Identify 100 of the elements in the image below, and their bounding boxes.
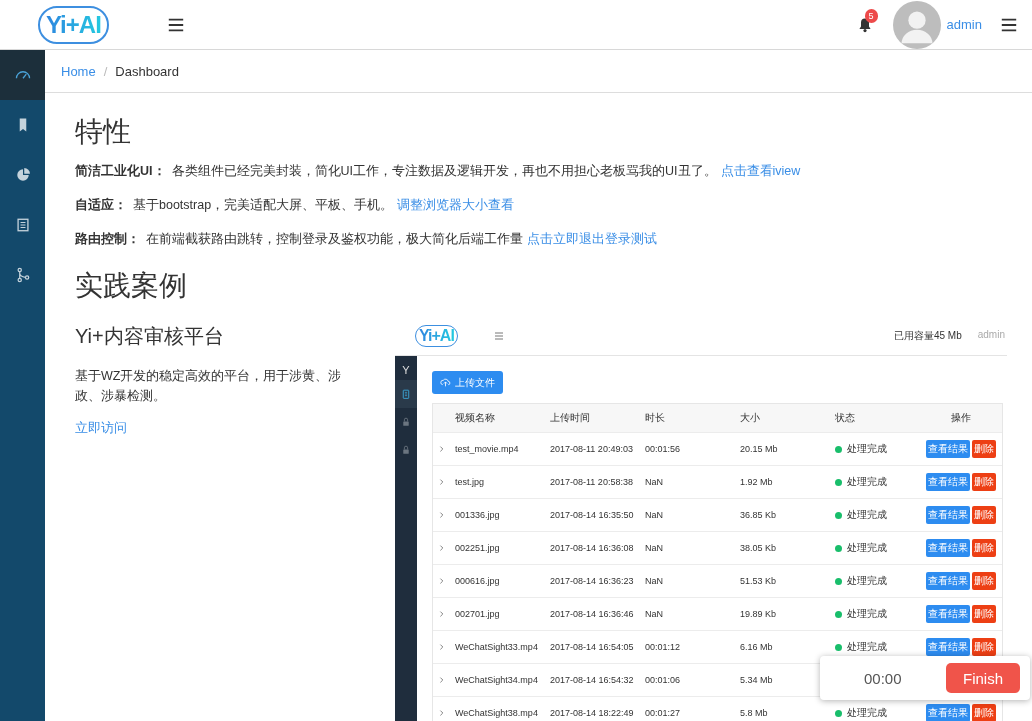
view-result-button[interactable]: 查看结果 bbox=[926, 539, 970, 557]
timer-time: 00:00 bbox=[864, 669, 902, 687]
table-cell-text: 5.34 Mb bbox=[740, 675, 774, 685]
avatar bbox=[892, 0, 941, 49]
feature-label: 路由控制： bbox=[75, 232, 140, 246]
table-cell-text: WeChatSight33.mp4 bbox=[455, 642, 539, 652]
column-header: 大小 bbox=[740, 411, 761, 425]
delete-button[interactable]: 删除 bbox=[972, 638, 996, 656]
feature-text: 基于bootstrap，完美适配大屏、平板、手机。 bbox=[133, 198, 394, 212]
user-name[interactable]: admin bbox=[946, 17, 982, 32]
chevron-icon bbox=[438, 478, 446, 486]
table-cell-text: 5.8 Mb bbox=[740, 708, 769, 718]
status-text: 处理完成 bbox=[847, 442, 887, 456]
feature-link[interactable]: 调整浏览器大小查看 bbox=[397, 198, 515, 212]
table-cell-text: 001336.jpg bbox=[455, 510, 501, 520]
table-cell-text: 51.53 Kb bbox=[740, 576, 778, 586]
status-text: 处理完成 bbox=[847, 574, 887, 588]
table-cell-text: 00:01:12 bbox=[645, 642, 682, 652]
chevron-icon bbox=[438, 445, 446, 453]
lock-icon[interactable] bbox=[400, 444, 412, 456]
view-result-button[interactable]: 查看结果 bbox=[926, 440, 970, 458]
view-result-button[interactable]: 查看结果 bbox=[926, 638, 970, 656]
status-dot bbox=[835, 577, 842, 585]
table-cell-text: WeChatSight34.mp4 bbox=[455, 675, 539, 685]
chevron-icon bbox=[438, 544, 446, 552]
chevron-icon bbox=[438, 577, 446, 585]
feature-link[interactable]: 点击查看iview bbox=[720, 164, 801, 178]
breadcrumb-item: Dashboard bbox=[115, 63, 179, 79]
table-cell-text: 2017-08-14 16:36:46 bbox=[550, 609, 635, 619]
table-cell-text: 20.15 Mb bbox=[740, 444, 779, 454]
table-cell-text: 2017-08-14 16:36:23 bbox=[550, 576, 635, 586]
chevron-icon bbox=[438, 610, 446, 618]
view-result-button[interactable]: 查看结果 bbox=[926, 506, 970, 524]
sidebar-logo: Y bbox=[401, 363, 411, 378]
delete-button[interactable]: 删除 bbox=[972, 506, 996, 524]
breadcrumb-item[interactable]: Home bbox=[61, 63, 96, 79]
status-text: 处理完成 bbox=[847, 640, 887, 654]
view-result-button[interactable]: 查看结果 bbox=[926, 473, 970, 491]
view-result-button[interactable]: 查看结果 bbox=[926, 572, 970, 590]
breadcrumb-separator: / bbox=[103, 63, 108, 79]
chevron-icon bbox=[438, 511, 446, 519]
menu-icon bbox=[493, 331, 504, 341]
table-cell-text: 2017-08-14 16:35:50 bbox=[550, 510, 635, 520]
chevron-icon bbox=[438, 676, 446, 684]
table-cell-text: 38.05 Kb bbox=[740, 543, 778, 553]
visit-link[interactable]: 立即访问 bbox=[75, 421, 127, 435]
notification-badge: 5 bbox=[864, 8, 878, 23]
table-cell-text: 00:01:56 bbox=[645, 444, 682, 454]
status-text: 处理完成 bbox=[847, 508, 887, 522]
storage-usage: 已用容量45 Mb bbox=[893, 329, 962, 343]
status-dot bbox=[835, 511, 842, 519]
view-result-button[interactable]: 查看结果 bbox=[926, 605, 970, 623]
delete-button[interactable]: 删除 bbox=[972, 605, 996, 623]
table-cell-text: WeChatSight38.mp4 bbox=[455, 708, 539, 718]
table-cell-text: 002701.jpg bbox=[455, 609, 501, 619]
table-cell-text: NaN bbox=[645, 576, 664, 586]
status-text: 处理完成 bbox=[847, 475, 887, 489]
status-dot bbox=[835, 610, 842, 618]
table-cell-text: 19.89 Kb bbox=[740, 609, 778, 619]
table-cell-text: 2017-08-14 18:22:49 bbox=[550, 708, 635, 718]
table-cell-text: test.jpg bbox=[455, 477, 486, 487]
status-text: 处理完成 bbox=[847, 607, 887, 621]
column-header: 状态 bbox=[835, 411, 856, 425]
table-cell-text: 002251.jpg bbox=[455, 543, 501, 553]
table-cell-text: NaN bbox=[645, 609, 664, 619]
chevron-icon bbox=[438, 709, 446, 717]
column-header: 操作 bbox=[949, 411, 972, 425]
status-text: 处理完成 bbox=[847, 706, 887, 720]
section-heading: 特性 bbox=[75, 115, 132, 149]
feature-label: 自适应： bbox=[75, 198, 127, 212]
case-title: Yi+内容审核平台 bbox=[75, 324, 225, 349]
table-cell-text: 36.85 Kb bbox=[740, 510, 778, 520]
status-dot bbox=[835, 709, 842, 717]
delete-button[interactable]: 删除 bbox=[972, 572, 996, 590]
table-cell-text: 00:01:06 bbox=[645, 675, 682, 685]
lock-icon[interactable] bbox=[400, 416, 412, 428]
section-heading: 实践案例 bbox=[75, 269, 188, 303]
clipboard-icon[interactable] bbox=[400, 388, 412, 400]
status-dot bbox=[835, 544, 842, 552]
case-description: 基于WZ开发的稳定高效的平台，用于涉黄、涉政、涉暴检测。 bbox=[75, 368, 343, 405]
upload-button[interactable]: 上传文件 bbox=[432, 371, 503, 394]
table-cell-text: 2017-08-14 16:36:08 bbox=[550, 543, 635, 553]
finish-button[interactable]: Finish bbox=[946, 663, 1020, 693]
column-header: 上传时间 bbox=[550, 411, 591, 425]
status-dot bbox=[835, 445, 842, 453]
view-result-button[interactable]: 查看结果 bbox=[926, 704, 970, 721]
table-cell-text: 2017-08-11 20:58:38 bbox=[550, 477, 634, 487]
table-cell-text: 2017-08-14 16:54:05 bbox=[550, 642, 635, 652]
delete-button[interactable]: 删除 bbox=[972, 473, 996, 491]
cloud-upload-icon bbox=[440, 377, 451, 388]
chevron-icon bbox=[438, 643, 446, 651]
table-cell-text: NaN bbox=[645, 543, 664, 553]
feature-link[interactable]: 点击立即退出登录测试 bbox=[527, 232, 657, 246]
delete-button[interactable]: 删除 bbox=[972, 440, 996, 458]
column-header: 视频名称 bbox=[455, 411, 496, 425]
delete-button[interactable]: 删除 bbox=[972, 704, 996, 721]
column-header: 时长 bbox=[645, 411, 666, 425]
table-cell-text: 00:01:27 bbox=[645, 708, 682, 718]
status-dot bbox=[835, 643, 842, 651]
delete-button[interactable]: 删除 bbox=[972, 539, 996, 557]
